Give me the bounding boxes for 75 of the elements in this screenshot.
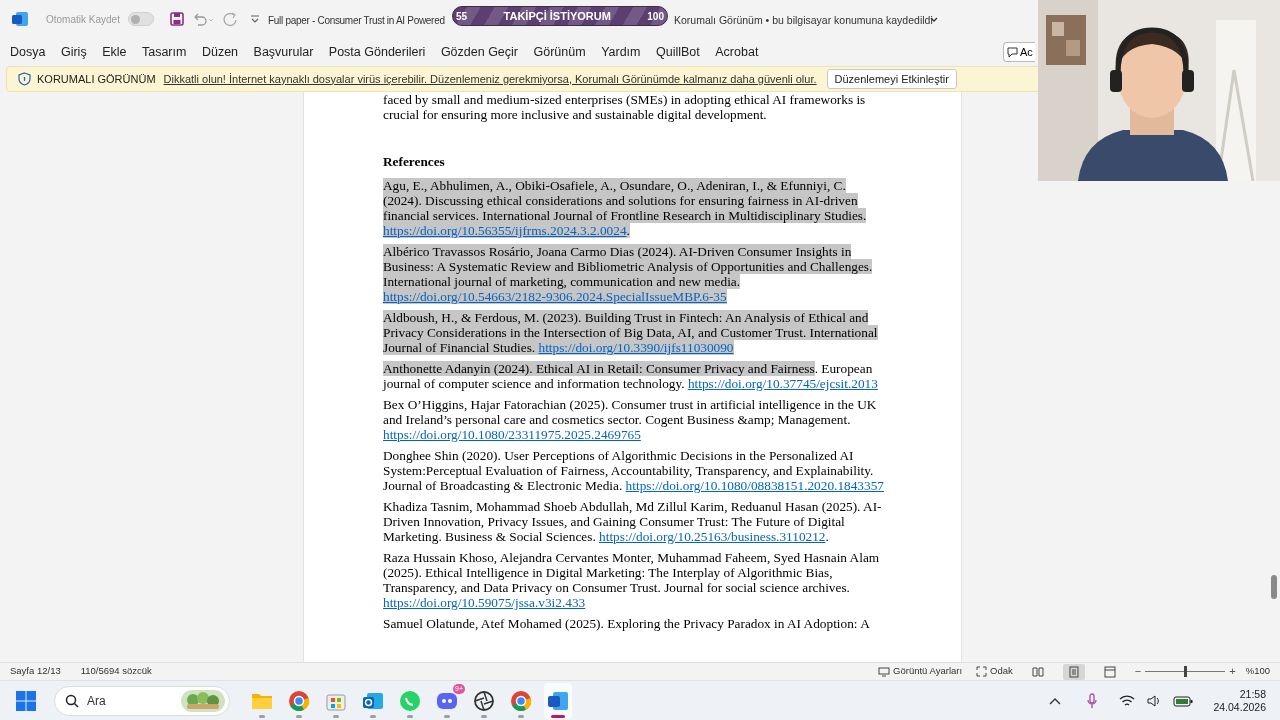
save-location: Korumalı Görünüm • bu bilgisayar konumuna kaydedildi [674, 13, 933, 28]
scrollbar-thumb[interactable] [1271, 575, 1277, 599]
menu-tab[interactable]: Giriş [60, 42, 87, 62]
taskbar-app-button[interactable] [544, 682, 572, 719]
doi-link[interactable]: https://doi.org/10.56355/ijfrms.2024.3.2.0024 [383, 223, 627, 238]
browser-icon [509, 688, 533, 713]
clock-time[interactable]: 21:58 [1239, 687, 1266, 701]
chat-bubble-icon [398, 688, 422, 713]
volume-icon[interactable] [1147, 694, 1162, 707]
body-paragraph: faced by small and medium-sized enterprises (SMEs) in adopting ethical AI frameworks is crucial for ensuring more inclusive and sustainable digital development. [383, 92, 867, 122]
focus-icon [976, 666, 988, 677]
reference-entry: Aldboush, H., & Ferdous, M. (2023). Building Trust in Fintech: An Analysis of Ethical and Privacy Considerations in the Intersection of Big Data, AI, and Customer Trust. International Journal of Financial Studies. https://doi.org/10.3390/ijfs11030090 [383, 310, 879, 355]
menu-tab[interactable]: Ekle [102, 42, 127, 62]
reference-entry: Anthonette Adanyin (2024). Ethical AI in Retail: Consumer Privacy and Fairness. European journal of computer science and information technology. https://doi.org/10.37745/ejcsit.2013 [383, 361, 879, 391]
menu-tab[interactable]: Gözden Geçir [440, 42, 518, 62]
reference-entry: Bex O’Higgins, Hajar Fatorachian (2025). Consumer trust in artificial intelligence in the UK and Ireland’s personal care and cosmetics sector. Cogent Business &amp; Management. https://doi.org/10.1080/23311975.2025.2469765 [383, 397, 878, 442]
browser-icon [287, 688, 311, 713]
doi-link[interactable]: https://doi.org/10.54663/2182-9306.2024.SpecialIssueMBP.6-35 [383, 289, 727, 304]
menu-tab[interactable]: Acrobat [715, 42, 759, 62]
display-settings-button[interactable]: Görüntü Ayarları [878, 664, 963, 679]
document-title: Full paper - Consumer Trust in AI Powered [268, 14, 445, 28]
comment-button[interactable]: Ac [1003, 42, 1035, 62]
zoom-slider-thumb[interactable] [1184, 666, 1188, 677]
doi-link[interactable]: https://doi.org/10.1080/08838151.2020.1843357 [625, 478, 884, 493]
battery-icon[interactable] [1173, 694, 1194, 707]
doi-link[interactable]: https://doi.org/10.3390/ijfs11030090 [538, 340, 734, 355]
chevron-up-icon[interactable] [1049, 696, 1062, 705]
windows-start-icon[interactable] [16, 690, 36, 711]
zoom-out-button[interactable]: − [1134, 666, 1142, 677]
print-view-button[interactable] [1062, 663, 1085, 680]
doi-link[interactable]: https://doi.org/10.37745/ejcsit.2013 [687, 376, 878, 391]
book-icon [1031, 665, 1044, 678]
monitor-icon [878, 666, 891, 677]
zoom-percent: %100 [1245, 664, 1270, 679]
microphone-icon[interactable] [1087, 692, 1098, 709]
menu-tab[interactable]: QuillBot [656, 42, 700, 62]
wifi-icon[interactable] [1119, 694, 1136, 707]
reference-entry: Khadiza Tasnim, Mohammad Shoeb Abdullah, Md Zillul Karim, Reduanul Hasan (2025). AI-Driven Innovation, Privacy Issues, and Gaining Consumer Trust: The Future of Digital Marketing. Business & Social Sciences. https://doi.org/10.25163/business.3110212. [383, 499, 883, 544]
save-icon[interactable] [169, 12, 184, 26]
banner-link[interactable]: Dikkatli olun! İnternet kaynaklı dosyalar virüs içerebilir. Düzenlemeniz gerekmiyorsa, Korumalı Görünümde kalmanız daha güvenli olur. [163, 70, 817, 88]
enable-editing-button[interactable]: Düzenlemeyi Etkinleştir [826, 69, 957, 89]
redo-icon[interactable] [221, 11, 238, 27]
doi-link[interactable]: https://doi.org/10.59075/jssa.v3i2.433 [383, 595, 586, 610]
doi-link[interactable]: https://doi.org/10.1080/23311975.2025.2469765 [383, 427, 641, 442]
clock-date[interactable]: 24.04.2026 [1213, 700, 1266, 714]
menu-tab[interactable]: Düzen [201, 42, 239, 62]
aperture-icon [472, 688, 496, 713]
reference-entry: Raza Hussain Khoso, Alejandra Cervantes Monter, Muhammad Faheem, Syed Hasnain Alam (2025). Ethical Intelligence in Digital Marketing: The Interplay of Algorithmic Bias, Transparency, and Data Privacy on Consumer Trust. Journal for social science archives. https://doi.org/10.59075/jssa.v3i2.433 [383, 550, 881, 610]
menu-tab[interactable]: Yardım [601, 42, 641, 62]
search-field[interactable]: Ara [87, 691, 173, 710]
comment-icon [1007, 46, 1018, 58]
search-icon [65, 693, 79, 708]
menu-tab[interactable]: Tasarım [141, 42, 187, 62]
menu-tab[interactable]: Dosya [10, 42, 46, 62]
reference-entry: Donghee Shin (2020). User Perceptions of Algorithmic Decisions in the Personalized AI System:Perceptual Evaluation of Fairness, Accountability, Transparency, and Explainability. Journal of Broadcasting & Electronic Media. https://doi.org/10.1080/08838151.2020.1843357 [383, 448, 885, 493]
menu-tab[interactable]: Posta Gönderileri [328, 42, 426, 62]
banner-title: KORUMALI GÖRÜNÜM [37, 71, 156, 87]
autosave-toggle[interactable] [127, 12, 154, 26]
customize-icon[interactable] [249, 14, 260, 24]
taskbar-search-bar[interactable]: Ara [54, 685, 230, 716]
menu-tab[interactable]: Görünüm [533, 42, 586, 62]
shield-icon [18, 72, 31, 86]
zoom-in-button[interactable]: + [1229, 666, 1236, 677]
reference-entry: Agu, E., Abhulimen, A., Obiki-Osafiele, A., Osundare, O., Adeniran, I., & Efunniyi, C. (2024). Discussing ethical considerations and solutions for ensuring fairness in AI-driven financial services. International Journal of Frontline Research in Multidisciplinary Studies. https://doi.org/10.56355/ijfrms.2024.3.2.0024. [383, 178, 868, 238]
globe-page-icon [1103, 665, 1116, 678]
focus-button[interactable]: Odak [976, 664, 1013, 679]
page-count: Sayfa 12/13 [10, 664, 61, 679]
reference-entry: Albérico Travassos Rosário, Joana Carmo Dias (2024). AI-Driven Consumer Insights in Business: A Systematic Review and Bibliometric Analysis of Opportunities and Challenges. International journal of marketing, communication and new media. https://doi.org/10.54663/2182-9306.2024.SpecialIssueMBP.6-35 [383, 244, 874, 304]
autosave-label: Otomatik Kaydet [46, 12, 120, 27]
word-count: 110/5694 sözcük [80, 664, 152, 679]
page-icon [1067, 665, 1080, 678]
references-heading: References [383, 154, 446, 169]
menu-tab[interactable]: Başvurular [253, 42, 314, 62]
word-icon [12, 11, 28, 27]
reference-entry: Samuel Olatunde, Atef Mohamed (2025). Exploring the Privacy Paradox in AI Adoption: A [383, 616, 871, 631]
